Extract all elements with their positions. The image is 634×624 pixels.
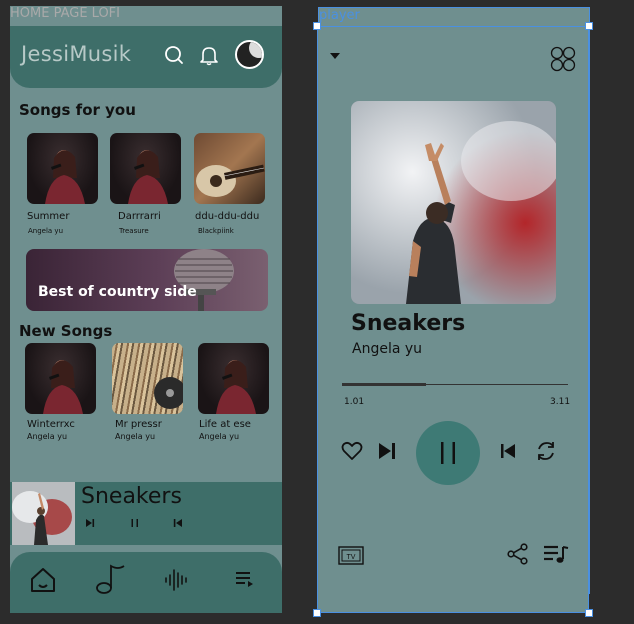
progress-fill[interactable]	[342, 383, 426, 386]
album-cover	[110, 133, 181, 204]
mini-player[interactable]: Sneakers	[10, 482, 282, 545]
song-title: Winterrxc	[27, 419, 75, 430]
microphone-image	[174, 249, 234, 311]
repeat-icon[interactable]	[535, 440, 557, 462]
pause-icon[interactable]	[129, 517, 141, 529]
tv-cast-icon[interactable]: TV	[338, 544, 364, 566]
svg-text:TV: TV	[347, 554, 356, 561]
song-artist: Angela yu	[115, 432, 156, 441]
banner-title: Best of country side	[38, 284, 197, 300]
bell-icon[interactable]	[198, 44, 220, 66]
duration: 3.11	[550, 397, 571, 407]
song-artist: Angela yu	[199, 432, 240, 441]
design-canvas: HOME PAGE LOFI player JessiMusik Songs f…	[0, 0, 634, 624]
song-artist: Angela yu	[28, 227, 64, 235]
search-icon[interactable]	[163, 44, 185, 66]
playlist-icon[interactable]	[543, 543, 569, 565]
song-artist: Angela yu	[27, 432, 68, 441]
song-title: Sneakers	[351, 311, 466, 336]
album-art	[351, 101, 556, 304]
selection-handle[interactable]	[585, 609, 593, 617]
featured-banner[interactable]: Best of country side	[26, 249, 268, 311]
app-header: JessiMusik	[10, 26, 282, 88]
next-icon[interactable]	[84, 517, 96, 529]
grid-menu-icon[interactable]	[549, 45, 577, 73]
home-frame[interactable]: JessiMusik Songs for you Summer Angela y…	[10, 26, 282, 613]
avatar[interactable]	[235, 40, 264, 69]
audio-wave-icon[interactable]	[163, 567, 189, 593]
chevron-down-icon[interactable]	[329, 52, 341, 60]
pause-button[interactable]	[416, 421, 480, 485]
song-artist: Angela yu	[352, 341, 423, 357]
next-track-icon[interactable]	[377, 442, 397, 460]
album-cover	[25, 343, 96, 414]
home-icon[interactable]	[28, 565, 58, 595]
mini-player-art	[12, 482, 75, 545]
selection-handle[interactable]	[585, 22, 593, 30]
player-frame[interactable]: Sneakers Angela yu 1.01 3.11 TV	[317, 26, 589, 613]
previous-track-icon[interactable]	[500, 443, 516, 459]
bottom-nav	[10, 552, 282, 613]
songs-for-you-title: Songs for you	[19, 101, 136, 119]
album-cover	[194, 133, 265, 204]
song-artist: Treasure	[119, 227, 149, 235]
pause-icon	[441, 442, 455, 464]
new-songs-title: New Songs	[19, 322, 113, 340]
album-cover	[112, 343, 183, 414]
queue-icon[interactable]	[234, 569, 256, 589]
current-time: 1.01	[344, 397, 365, 407]
song-title: Summer	[27, 211, 70, 222]
album-cover	[198, 343, 269, 414]
song-artist: Blackpiink	[198, 227, 234, 235]
previous-icon[interactable]	[172, 517, 184, 529]
selection-handle[interactable]	[313, 22, 321, 30]
brand-logo: JessiMusik	[21, 42, 132, 66]
share-icon[interactable]	[507, 543, 529, 565]
song-title: Darrrarri	[118, 211, 161, 222]
song-title: Life at ese	[199, 419, 251, 430]
selection-handle[interactable]	[313, 609, 321, 617]
song-title: ddu-ddu-ddu	[195, 211, 260, 222]
heart-icon[interactable]	[341, 441, 363, 461]
song-title: Mr pressr	[115, 419, 162, 430]
music-note-icon[interactable]	[94, 562, 130, 596]
mini-player-title: Sneakers	[81, 484, 182, 509]
album-cover	[27, 133, 98, 204]
